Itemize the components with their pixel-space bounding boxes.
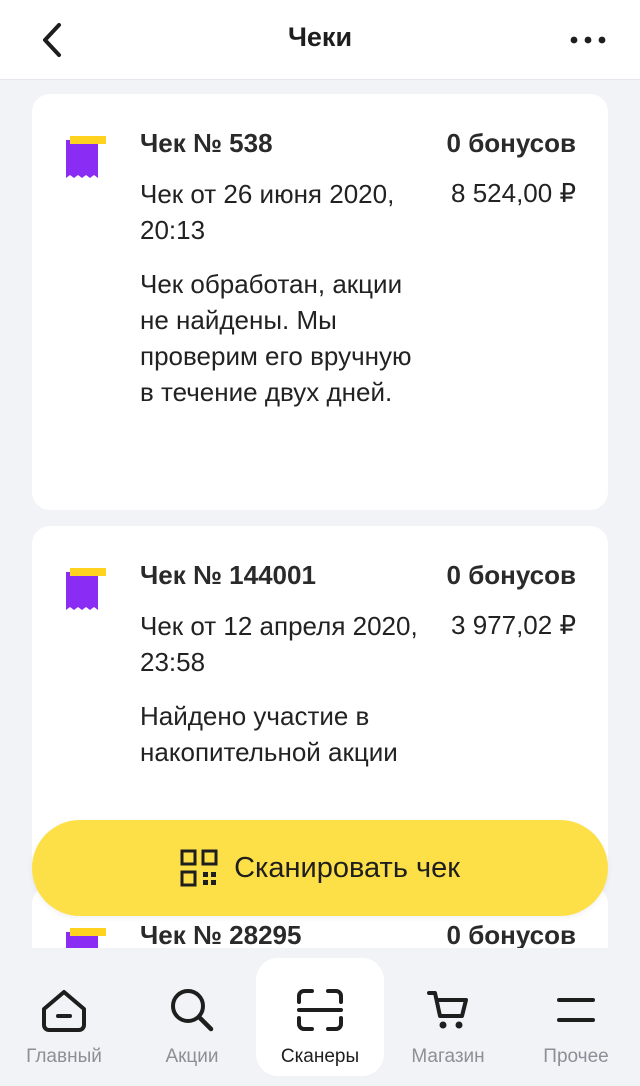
app-header: Чеки: [0, 0, 640, 80]
tab-promotions[interactable]: Акции: [128, 958, 256, 1076]
receipt-amount: 3 977,02 ₽: [451, 610, 576, 640]
receipt-date: Чек от 12 апреля 2020, 23:58: [140, 611, 418, 677]
receipt-number: Чек № 28295: [140, 920, 302, 948]
tab-home[interactable]: Главный: [0, 958, 128, 1076]
receipt-status: Найдено участие в накопительной акции: [140, 701, 398, 767]
tab-store[interactable]: Магазин: [384, 958, 512, 1076]
tab-scanners[interactable]: Сканеры: [256, 958, 384, 1076]
cart-icon: [427, 991, 468, 1029]
receipt-icon: [66, 928, 106, 948]
tab-label: Акции: [165, 1046, 219, 1067]
receipt-bonus: 0 бонусов: [446, 560, 576, 590]
receipt-amount: 8 524,00 ₽: [451, 178, 576, 208]
receipt-bonus: 0 бонусов: [446, 920, 576, 948]
tab-more[interactable]: Прочее: [512, 958, 640, 1076]
tab-label: Прочее: [543, 1046, 609, 1067]
scan-button-label: Сканировать чек: [234, 851, 460, 884]
receipt-number: Чек № 144001: [140, 560, 316, 590]
receipts-list[interactable]: Чек № 538 0 бонусов Чек от 26 июня 2020,…: [0, 80, 640, 948]
receipt-status: Чек обработан, акции не найдены. Мы пров…: [140, 269, 412, 407]
bottom-tab-bar: Главный Акции Сканеры Магазин Прочее: [0, 948, 640, 1086]
receipt-bonus: 0 бонусов: [446, 128, 576, 158]
receipt-icon: [66, 136, 106, 178]
qr-code-icon: [180, 849, 218, 887]
receipt-date: Чек от 26 июня 2020, 20:13: [140, 179, 395, 245]
menu-icon: [557, 998, 595, 1022]
page-title: Чеки: [287, 22, 353, 52]
receipt-icon: [66, 568, 106, 610]
scan-icon: [297, 989, 343, 1031]
tab-label: Главный: [26, 1046, 102, 1067]
tab-label: Сканеры: [280, 1046, 360, 1067]
scan-receipt-button[interactable]: Сканировать чек: [32, 820, 608, 916]
more-button[interactable]: [566, 22, 610, 58]
home-icon: [42, 990, 86, 1032]
receipt-card[interactable]: Чек № 538 0 бонусов Чек от 26 июня 2020,…: [32, 94, 608, 510]
search-icon: [171, 989, 214, 1032]
receipt-number: Чек № 538: [140, 128, 273, 158]
tab-label: Магазин: [411, 1046, 485, 1067]
more-horizontal-icon: [570, 36, 606, 44]
